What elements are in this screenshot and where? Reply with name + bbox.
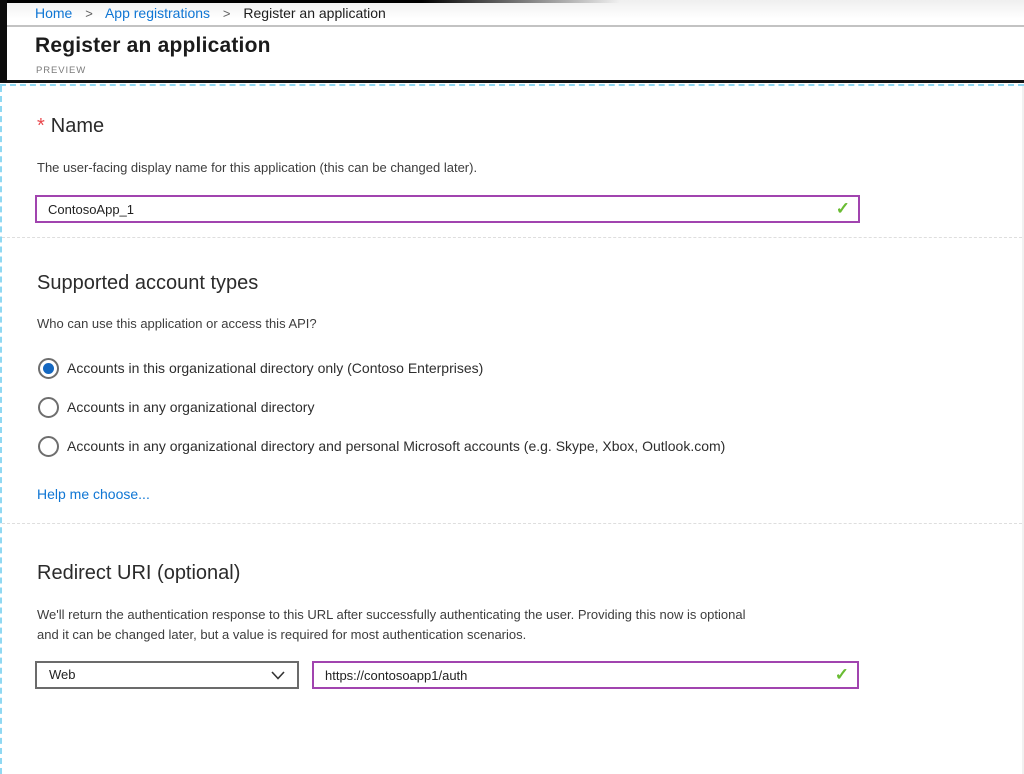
name-section-title-text: Name — [51, 115, 104, 137]
radio-option-any-directory[interactable]: Accounts in any organizational directory — [38, 395, 314, 419]
name-section-title: * Name — [37, 115, 104, 138]
breadcrumb-separator-icon: > — [223, 6, 231, 21]
blade-content: * Name The user-facing display name for t… — [0, 86, 1024, 774]
breadcrumb-separator-icon: > — [85, 6, 93, 21]
name-description: The user-facing display name for this ap… — [37, 158, 477, 178]
blade-header: Register an application PREVIEW — [0, 29, 1024, 80]
breadcrumb-current-page: Register an application — [243, 5, 385, 21]
radio-selected-icon — [38, 358, 59, 379]
valid-check-icon: ✓ — [836, 200, 850, 217]
preview-badge: PREVIEW — [36, 65, 86, 76]
radio-option-label: Accounts in any organizational directory — [67, 399, 314, 415]
redirect-platform-value: Web — [49, 663, 76, 687]
section-separator — [2, 237, 1022, 238]
required-asterisk: * — [37, 115, 45, 137]
window-edge-top — [0, 0, 620, 3]
help-me-choose-link[interactable]: Help me choose... — [37, 486, 150, 502]
name-input-box: ✓ — [35, 195, 860, 223]
radio-option-label: Accounts in any organizational directory… — [67, 438, 725, 454]
radio-option-label: Accounts in this organizational director… — [67, 360, 483, 376]
name-input[interactable] — [37, 197, 858, 221]
redirect-uri-title: Redirect URI (optional) — [37, 562, 240, 585]
radio-option-any-directory-personal[interactable]: Accounts in any organizational directory… — [38, 434, 725, 458]
breadcrumb-home[interactable]: Home — [35, 5, 72, 21]
section-separator — [2, 523, 1022, 524]
header-divider — [0, 80, 1024, 83]
account-types-question: Who can use this application or access t… — [37, 314, 317, 334]
breadcrumb-app-registrations[interactable]: App registrations — [105, 5, 210, 21]
register-application-page: Home > App registrations > Register an a… — [0, 0, 1024, 774]
radio-option-this-directory[interactable]: Accounts in this organizational director… — [38, 356, 483, 380]
chevron-down-icon — [271, 671, 285, 680]
redirect-uri-input[interactable] — [314, 663, 857, 687]
redirect-uri-description-line2: and it can be changed later, but a value… — [37, 625, 745, 645]
breadcrumb: Home > App registrations > Register an a… — [0, 0, 1024, 27]
redirect-uri-input-box: ✓ — [312, 661, 859, 689]
redirect-uri-description-line1: We'll return the authentication response… — [37, 605, 745, 625]
redirect-platform-select[interactable]: Web — [35, 661, 299, 689]
valid-check-icon: ✓ — [835, 666, 849, 683]
redirect-uri-description: We'll return the authentication response… — [37, 605, 745, 645]
account-types-title: Supported account types — [37, 272, 258, 295]
page-title: Register an application — [35, 34, 271, 58]
radio-unselected-icon — [38, 397, 59, 418]
radio-unselected-icon — [38, 436, 59, 457]
window-edge-left — [0, 0, 7, 82]
